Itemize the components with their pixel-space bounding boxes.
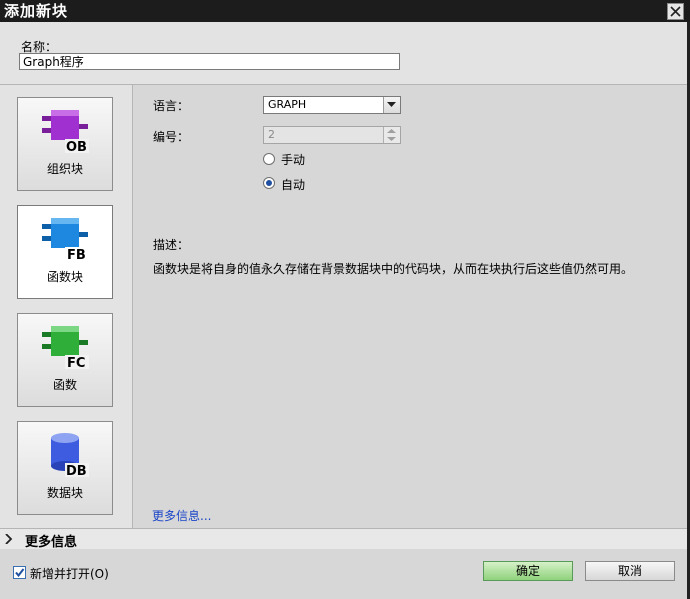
fb-block-icon: FB: [42, 218, 89, 262]
number-label: 编号：: [153, 130, 190, 144]
chevron-down-icon: [387, 102, 396, 107]
db-block-icon: DB: [51, 433, 89, 478]
name-input[interactable]: [19, 53, 400, 70]
window-title: 添加新块: [4, 2, 69, 20]
svg-text:FC: FC: [67, 356, 85, 370]
language-label: 语言：: [153, 99, 190, 113]
radio-manual[interactable]: [263, 153, 275, 165]
block-type-fb-button[interactable]: FB 函数块: [17, 205, 113, 299]
block-type-ob-button[interactable]: OB 组织块: [17, 97, 113, 191]
block-type-fb-label: 函数块: [46, 270, 83, 284]
radio-manual-label: 手动: [281, 153, 306, 167]
more-info-title: 更多信息: [25, 535, 78, 550]
svg-text:FB: FB: [67, 248, 86, 262]
svg-text:DB: DB: [66, 464, 87, 478]
fc-block-icon: FC: [42, 326, 89, 370]
block-type-db-label: 数据块: [46, 486, 83, 500]
close-button[interactable]: [667, 3, 684, 20]
checkmark-icon: [15, 568, 25, 578]
svg-text:OB: OB: [66, 140, 87, 154]
radio-auto-label: 自动: [281, 178, 306, 192]
description-label: 描述：: [153, 238, 190, 252]
ok-button[interactable]: 确定: [483, 561, 573, 581]
number-spinner: [383, 127, 400, 143]
number-value: 2: [268, 128, 275, 141]
chevron-right-icon: [5, 534, 13, 544]
add-and-open-checkbox[interactable]: [13, 566, 26, 579]
close-icon: [670, 6, 681, 17]
block-type-fc-button[interactable]: FC 函数: [17, 313, 113, 407]
description-text: 函数块是将自身的值永久存储在背景数据块中的代码块，从而在块执行后这些值仍然可用。: [153, 262, 634, 276]
block-type-fc-label: 函数: [52, 378, 77, 392]
block-type-db-button[interactable]: DB 数据块: [17, 421, 113, 515]
number-field: 2: [263, 126, 401, 144]
block-type-ob-label: 组织块: [46, 162, 83, 176]
language-dropdown-button[interactable]: [383, 97, 400, 113]
ob-block-icon: OB: [42, 110, 89, 154]
add-and-open-label: 新增并打开(O): [30, 567, 109, 581]
radio-auto[interactable]: [263, 177, 275, 189]
spinner-arrows-icon: [387, 129, 396, 141]
more-info-expander[interactable]: 更多信息: [0, 528, 687, 550]
radio-selected-dot: [266, 180, 272, 186]
title-bar: [0, 0, 690, 22]
language-select[interactable]: GRAPH: [263, 96, 401, 114]
block-type-panel: OB 组织块 FB 函数块 FC 函数 DB 数据块: [0, 85, 133, 528]
cancel-button[interactable]: 取消: [585, 561, 675, 581]
language-value: GRAPH: [268, 98, 307, 111]
more-info-link[interactable]: 更多信息...: [152, 507, 211, 524]
